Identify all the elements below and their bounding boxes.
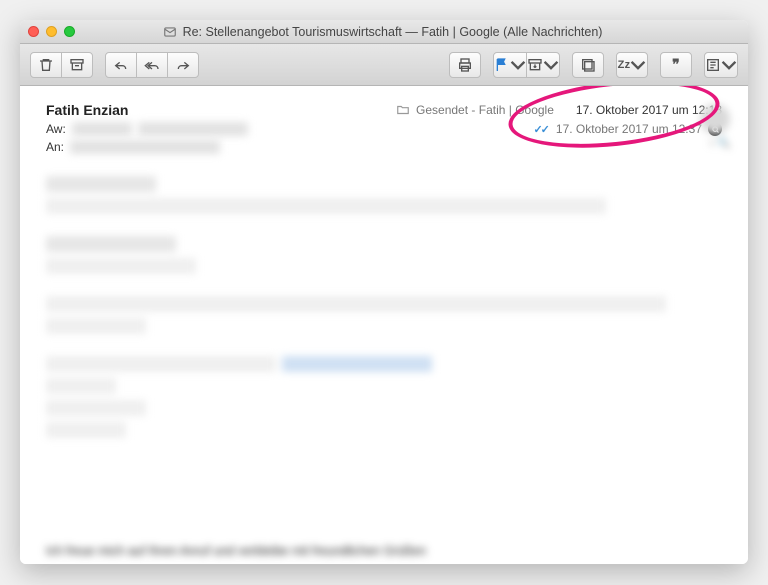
redacted-subject-2 bbox=[138, 122, 248, 136]
avatar-column: ◐ 🔍 bbox=[700, 104, 730, 149]
read-receipt: ✓✓ 17. Oktober 2017 um 12:37 bbox=[533, 122, 722, 136]
read-timestamp: 17. Oktober 2017 um 12:37 bbox=[556, 122, 702, 136]
envelope-icon bbox=[163, 25, 177, 39]
redacted-subject-1 bbox=[72, 122, 132, 136]
flag-move-group bbox=[493, 52, 560, 78]
quote-icon: ❞ bbox=[672, 56, 680, 73]
reply-button[interactable] bbox=[105, 52, 137, 78]
avatar-actions: ◐ 🔍 bbox=[710, 138, 731, 149]
zoom-window-button[interactable] bbox=[64, 26, 75, 37]
mail-window: Re: Stellenangebot Tourismuswirtschaft —… bbox=[20, 20, 748, 564]
window-title: Re: Stellenangebot Tourismuswirtschaft —… bbox=[183, 25, 603, 39]
double-check-icon: ✓✓ bbox=[533, 123, 547, 136]
mailbox-label: Gesendet - Fatih | Google bbox=[416, 103, 554, 117]
chevron-down-icon bbox=[721, 57, 737, 73]
archive-button[interactable] bbox=[61, 52, 93, 78]
traffic-lights bbox=[28, 26, 75, 37]
snooze-button[interactable]: Zz bbox=[616, 52, 648, 78]
reply-group bbox=[105, 52, 199, 78]
minimize-window-button[interactable] bbox=[46, 26, 57, 37]
folder-icon bbox=[396, 103, 410, 117]
sender-name: Fatih Enzian bbox=[46, 102, 128, 118]
search-contact-icon[interactable]: 🔍 bbox=[718, 138, 730, 149]
closing-line: Ich freue mich auf Ihren Anruf und verbl… bbox=[46, 544, 722, 558]
zz-label: Zz bbox=[618, 59, 631, 71]
sender-avatar bbox=[700, 104, 730, 134]
titlebar: Re: Stellenangebot Tourismuswirtschaft —… bbox=[20, 20, 748, 44]
chevron-down-icon bbox=[510, 57, 526, 73]
delete-group bbox=[30, 52, 93, 78]
title-area: Re: Stellenangebot Tourismuswirtschaft —… bbox=[75, 25, 740, 39]
close-window-button[interactable] bbox=[28, 26, 39, 37]
toolbar: Zz ❞ bbox=[20, 44, 748, 86]
move-button[interactable] bbox=[526, 52, 560, 78]
subject-prefix: Aw: bbox=[46, 122, 66, 136]
reply-all-button[interactable] bbox=[136, 52, 168, 78]
related-messages-button[interactable] bbox=[572, 52, 604, 78]
chevron-down-icon bbox=[543, 57, 559, 73]
header-line-3: An: bbox=[46, 140, 722, 154]
header-line-2: Aw: ✓✓ 17. Oktober 2017 um 12:37 bbox=[46, 122, 722, 136]
print-button[interactable] bbox=[449, 52, 481, 78]
forward-button[interactable] bbox=[167, 52, 199, 78]
header-line-1: Fatih Enzian Gesendet - Fatih | Google 1… bbox=[46, 102, 722, 118]
delete-button[interactable] bbox=[30, 52, 62, 78]
redacted-recipient bbox=[70, 140, 220, 154]
message-body-redacted bbox=[46, 176, 722, 438]
quote-level-button[interactable]: ❞ bbox=[660, 52, 692, 78]
flag-button[interactable] bbox=[493, 52, 527, 78]
header-meta: Gesendet - Fatih | Google 17. Oktober 20… bbox=[396, 103, 722, 117]
message-content: ◐ 🔍 Fatih Enzian Gesendet - Fatih | Goog… bbox=[20, 86, 748, 564]
contact-icon[interactable]: ◐ bbox=[710, 138, 716, 149]
to-label: An: bbox=[46, 140, 64, 154]
show-headers-button[interactable] bbox=[704, 52, 738, 78]
chevron-down-icon bbox=[630, 57, 646, 73]
